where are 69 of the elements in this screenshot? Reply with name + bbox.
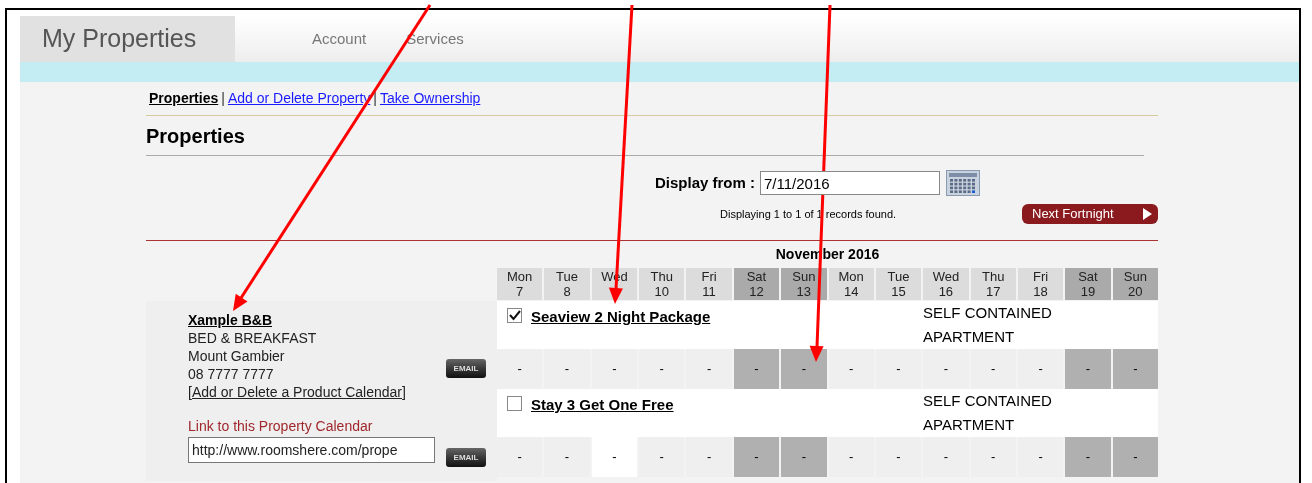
calendar-cell[interactable]: - [1112, 437, 1158, 477]
calendar-cell[interactable]: - [875, 437, 922, 477]
play-icon [1143, 208, 1152, 220]
next-fortnight-button[interactable]: Next Fortnight [1022, 204, 1158, 224]
property-location: Mount Gambier [188, 347, 286, 365]
day-header: Fri 18 [1017, 268, 1064, 300]
page-heading: Properties [146, 124, 245, 149]
link-label: Link to this Property Calendar [188, 417, 374, 435]
calendar-cell[interactable]: - [733, 437, 780, 477]
checkbox[interactable] [507, 396, 522, 411]
calendar-cell[interactable]: - [1065, 349, 1111, 389]
day-header: Thu 10 [639, 268, 685, 300]
day-header: Mon 7 [497, 268, 543, 300]
calendar-cell[interactable]: - [970, 437, 1016, 477]
calendar-cell[interactable]: - [781, 437, 827, 477]
calendar-cell[interactable]: - [639, 349, 685, 389]
separator-text: | [221, 89, 225, 108]
calendar-cell[interactable]: - [591, 437, 638, 477]
link-field[interactable]: http://www.roomshere.com/prope [188, 437, 435, 463]
calendar-cell[interactable]: - [781, 349, 827, 389]
calendar-cell[interactable]: - [497, 437, 543, 477]
product-category: SELF CONTAINED APARTMENT [923, 303, 1053, 347]
separator-text: | [373, 89, 377, 108]
nav-link[interactable]: Properties [149, 88, 219, 109]
field-label: Display from : [655, 172, 756, 193]
checkmark-icon [508, 310, 521, 321]
calendar-cell[interactable]: - [733, 349, 780, 389]
product-calendar-link[interactable]: [Add or Delete a Product Calendar] [188, 383, 446, 401]
day-header: Sat 12 [733, 268, 780, 300]
nav-link[interactable]: Take Ownership [379, 88, 481, 109]
calendar-cell[interactable]: - [1112, 349, 1158, 389]
day-header: Sat 19 [1065, 268, 1111, 300]
property-type: BED & BREAKFAST [188, 329, 318, 347]
calendar-cell[interactable]: - [544, 437, 590, 477]
property-name[interactable]: Xample B&B [188, 311, 446, 329]
nav-tab[interactable]: Account [310, 27, 369, 51]
calendar-cell[interactable]: - [497, 349, 543, 389]
calendar-cell[interactable]: - [828, 437, 874, 477]
checkbox[interactable] [507, 308, 522, 323]
calendar-cell[interactable]: - [544, 349, 590, 389]
calendar-cell[interactable]: - [591, 349, 638, 389]
calendar-cell[interactable]: - [923, 437, 969, 477]
day-header: Thu 17 [970, 268, 1016, 300]
day-header: Wed 16 [923, 268, 969, 300]
product-name[interactable]: Seaview 2 Night Package [531, 306, 711, 329]
calendar-cell[interactable]: - [1017, 349, 1064, 389]
calendar-cell[interactable]: - [923, 349, 969, 389]
day-header: Tue 8 [544, 268, 590, 300]
calendar-cell[interactable]: - [1017, 437, 1064, 477]
calendar-cell[interactable]: - [875, 349, 922, 389]
calendar-cell[interactable]: - [828, 349, 874, 389]
calendar-cell[interactable]: - [970, 349, 1016, 389]
day-header: Sun 13 [781, 268, 827, 300]
calendar-cell[interactable]: - [686, 437, 732, 477]
day-header: Fri 11 [686, 268, 732, 300]
calendar-cell[interactable]: - [686, 349, 732, 389]
date-field[interactable]: 7/11/2016 [760, 171, 941, 195]
product-name[interactable]: Stay 3 Get One Free [531, 394, 674, 417]
calendar-cell[interactable]: - [639, 437, 685, 477]
email-button[interactable]: EMAIL [446, 448, 486, 467]
property-phone: 08 7777 7777 [188, 365, 275, 383]
calendar-icon[interactable] [946, 170, 981, 196]
day-header: Sun 20 [1112, 268, 1158, 300]
nav-tab[interactable]: My Properties [20, 16, 235, 62]
product-category: SELF CONTAINED APARTMENT [923, 391, 1053, 435]
calendar-cell[interactable]: - [1065, 437, 1111, 477]
day-header: Tue 15 [875, 268, 922, 300]
day-header: Mon 14 [828, 268, 874, 300]
email-button[interactable]: EMAIL [446, 359, 486, 378]
